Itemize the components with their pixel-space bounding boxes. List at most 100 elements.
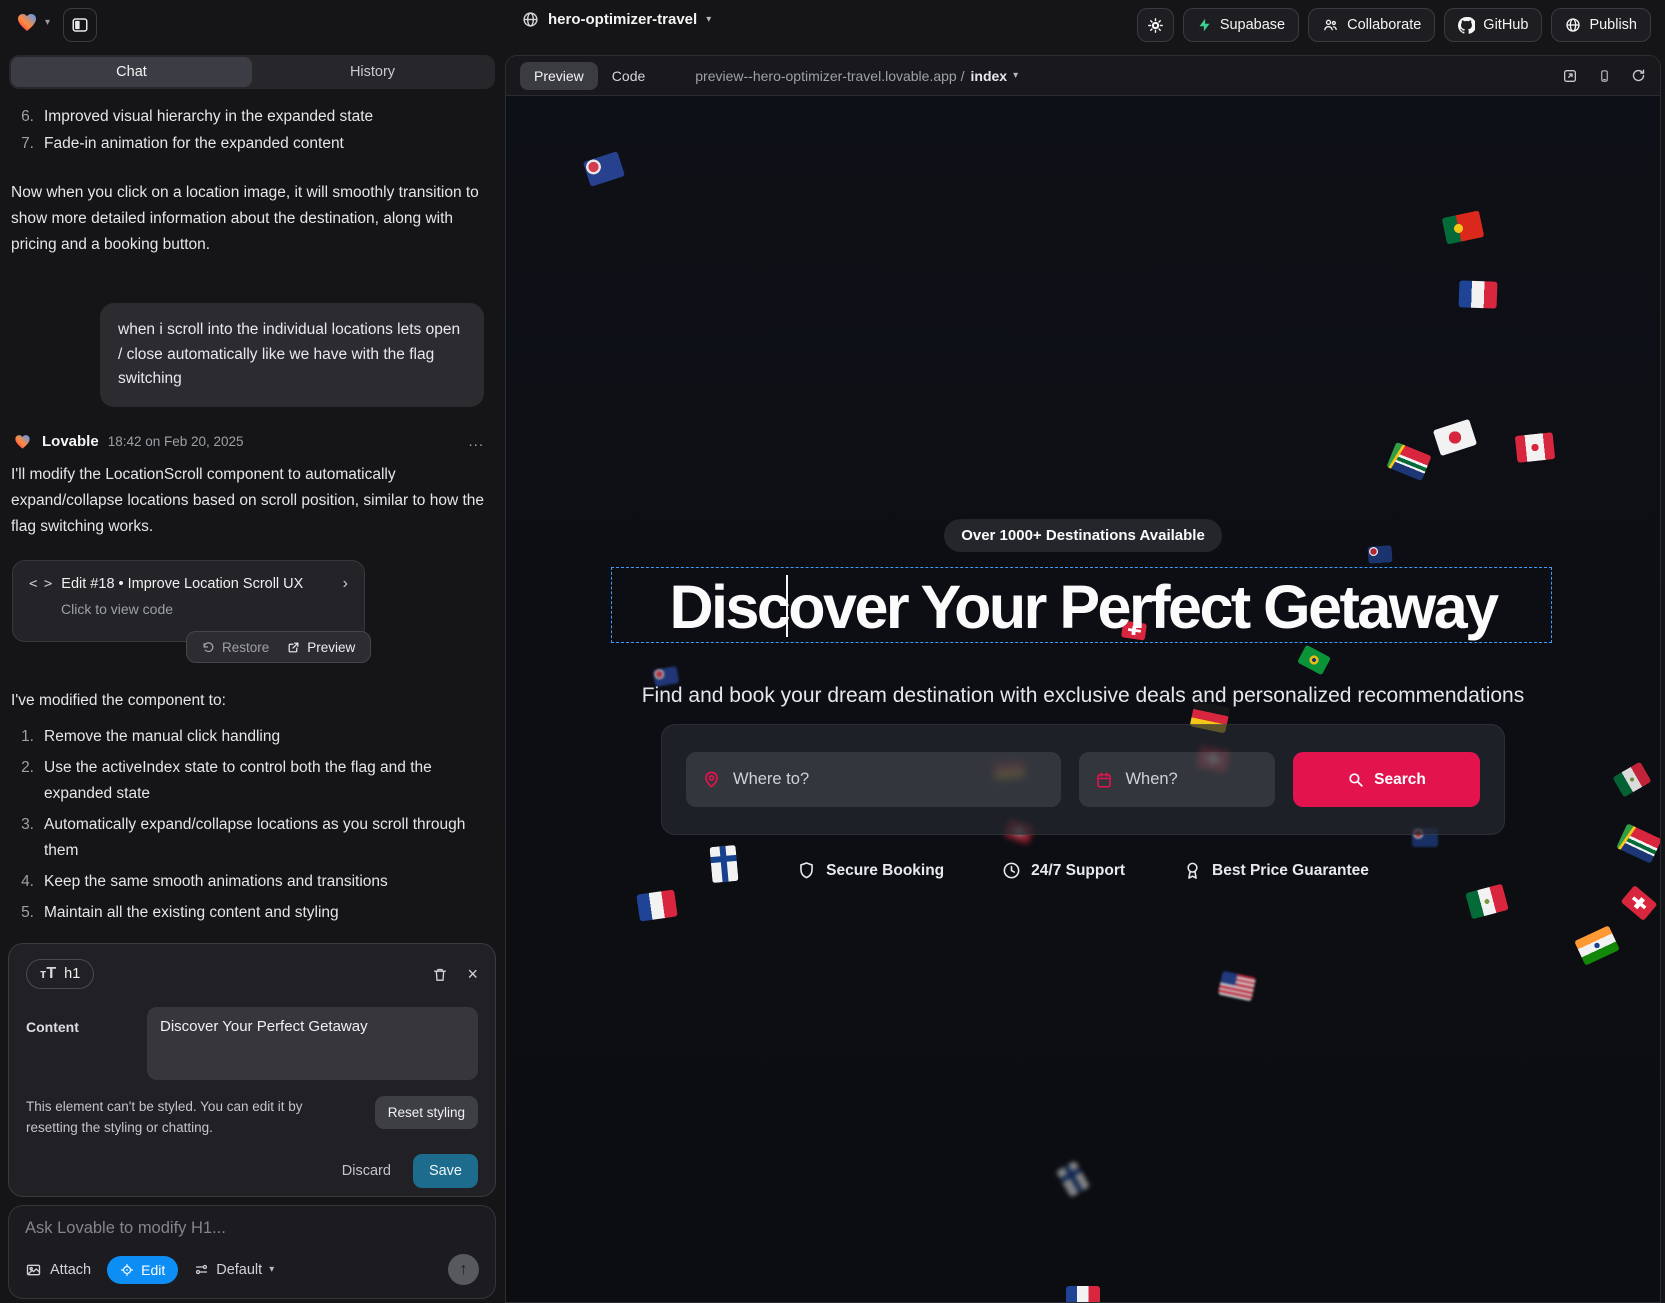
restore-icon xyxy=(202,641,215,654)
publish-button[interactable]: Publish xyxy=(1551,8,1651,42)
feature-label: Secure Booking xyxy=(826,862,944,880)
github-icon xyxy=(1458,17,1475,34)
award-icon xyxy=(1183,861,1202,880)
list-number: 3. xyxy=(12,812,34,864)
save-button[interactable]: Save xyxy=(413,1154,478,1188)
chat-composer: Attach Edit Default ▾ ↑ xyxy=(8,1205,496,1299)
calendar-icon xyxy=(1095,771,1113,789)
map-pin-icon xyxy=(702,770,721,789)
edit-mode-pill[interactable]: Edit xyxy=(107,1256,178,1284)
preview-label: Preview xyxy=(307,640,355,655)
lovable-logo-menu[interactable]: ▾ xyxy=(14,10,50,34)
list-text: Automatically expand/collapse locations … xyxy=(44,812,482,864)
flag-fr-decoration xyxy=(636,889,677,921)
list-number: 7. xyxy=(12,131,34,157)
url-page: index xyxy=(971,68,1008,84)
where-field[interactable] xyxy=(686,752,1061,807)
list-number: 4. xyxy=(12,869,34,895)
composer-input[interactable] xyxy=(25,1219,479,1238)
collaborate-button[interactable]: Collaborate xyxy=(1308,8,1435,42)
project-name: hero-optimizer-travel xyxy=(548,11,697,28)
url-host: preview--hero-optimizer-travel.lovable.a… xyxy=(695,68,964,84)
text-caret xyxy=(786,575,788,637)
close-icon[interactable]: × xyxy=(467,965,478,983)
open-external-button[interactable] xyxy=(1562,68,1578,84)
gear-icon xyxy=(1147,17,1164,34)
list-item: 6. Improved visual hierarchy in the expa… xyxy=(12,104,373,130)
tab-chat[interactable]: Chat xyxy=(11,57,252,87)
when-input[interactable] xyxy=(1125,770,1259,789)
assistant-paragraph: I've modified the component to: xyxy=(11,688,485,714)
list-number: 5. xyxy=(12,900,34,926)
assistant-name: Lovable xyxy=(42,433,99,450)
tab-preview[interactable]: Preview xyxy=(520,62,598,90)
tab-code[interactable]: Code xyxy=(598,62,659,90)
mode-selector[interactable]: Default ▾ xyxy=(194,1262,274,1278)
globe-icon xyxy=(1565,17,1581,33)
refresh-button[interactable] xyxy=(1631,68,1646,84)
badge-label: Over 1000+ Destinations Available xyxy=(944,519,1222,552)
message-menu-button[interactable]: ... xyxy=(468,433,484,450)
element-tag-pill[interactable]: ᴛT h1 xyxy=(26,959,94,989)
globe-icon xyxy=(522,11,539,28)
mode-label: Default xyxy=(216,1262,262,1278)
supabase-button[interactable]: Supabase xyxy=(1183,8,1299,42)
people-icon xyxy=(1322,17,1339,33)
search-button[interactable]: Search xyxy=(1293,752,1480,807)
send-button[interactable]: ↑ xyxy=(448,1254,479,1285)
list-item: 7. Fade-in animation for the expanded co… xyxy=(12,131,344,157)
when-field[interactable] xyxy=(1079,752,1275,807)
code-icon: < > xyxy=(29,576,51,592)
list-item: 2.Use the activeIndex state to control b… xyxy=(12,755,482,807)
sidebar-toggle-button[interactable] xyxy=(63,8,97,42)
supabase-icon xyxy=(1197,17,1212,33)
feature-row: Secure Booking 24/7 Support Best Price G… xyxy=(506,861,1660,880)
search-icon xyxy=(1347,771,1364,788)
restore-label: Restore xyxy=(222,640,269,655)
shield-icon xyxy=(797,861,816,880)
reset-styling-button[interactable]: Reset styling xyxy=(375,1096,478,1129)
image-icon xyxy=(25,1262,42,1278)
chevron-down-icon: ▾ xyxy=(1013,70,1018,81)
mobile-view-button[interactable] xyxy=(1598,68,1611,84)
flag-ca-decoration xyxy=(1515,432,1556,463)
preview-url[interactable]: preview--hero-optimizer-travel.lovable.a… xyxy=(695,68,1018,84)
element-selection-outline xyxy=(611,567,1552,643)
list-number: 2. xyxy=(12,755,34,807)
element-tag-label: h1 xyxy=(64,966,80,982)
content-input[interactable]: Discover Your Perfect Getaway xyxy=(147,1007,478,1080)
list-text: Use the activeIndex state to control bot… xyxy=(44,755,482,807)
list-item: 5. Maintain all the existing content and … xyxy=(12,900,482,926)
discard-button[interactable]: Discard xyxy=(342,1163,391,1179)
message-timestamp: 18:42 on Feb 20, 2025 xyxy=(108,434,244,449)
lovable-heart-icon xyxy=(12,432,33,451)
destinations-badge: Over 1000+ Destinations Available xyxy=(506,519,1660,552)
feature-best-price: Best Price Guarantee xyxy=(1183,861,1369,880)
preview-button[interactable]: Preview xyxy=(278,632,364,662)
edit-version-card[interactable]: < > Edit #18 • Improve Location Scroll U… xyxy=(12,560,365,642)
preview-pane: Preview Code preview--hero-optimizer-tra… xyxy=(505,55,1661,1303)
trash-icon[interactable] xyxy=(432,966,448,983)
project-switcher[interactable]: hero-optimizer-travel ▾ xyxy=(522,11,711,28)
chevron-down-icon: ▾ xyxy=(706,14,711,25)
list-text: Keep the same smooth animations and tran… xyxy=(44,869,388,895)
list-text: Improved visual hierarchy in the expande… xyxy=(44,104,373,130)
list-item: 3.Automatically expand/collapse location… xyxy=(12,812,482,864)
content-label: Content xyxy=(26,1019,79,1080)
supabase-label: Supabase xyxy=(1220,17,1285,33)
restore-button[interactable]: Restore xyxy=(193,632,278,662)
flag-fr-decoration xyxy=(1459,280,1498,308)
github-button[interactable]: GitHub xyxy=(1444,8,1542,42)
search-label: Search xyxy=(1374,771,1426,789)
where-input[interactable] xyxy=(733,770,1045,789)
external-link-icon xyxy=(287,641,300,654)
attach-button[interactable]: Attach xyxy=(25,1262,91,1278)
feature-secure-booking: Secure Booking xyxy=(797,861,944,880)
tab-history[interactable]: History xyxy=(252,57,493,87)
attach-label: Attach xyxy=(50,1262,91,1278)
hero-subtitle: Find and book your dream destination wit… xyxy=(506,684,1660,708)
settings-button[interactable] xyxy=(1137,8,1174,42)
restore-preview-pill: Restore Preview xyxy=(186,631,371,663)
list-text: Maintain all the existing content and st… xyxy=(44,900,339,926)
list-text: Remove the manual click handling xyxy=(44,724,280,750)
